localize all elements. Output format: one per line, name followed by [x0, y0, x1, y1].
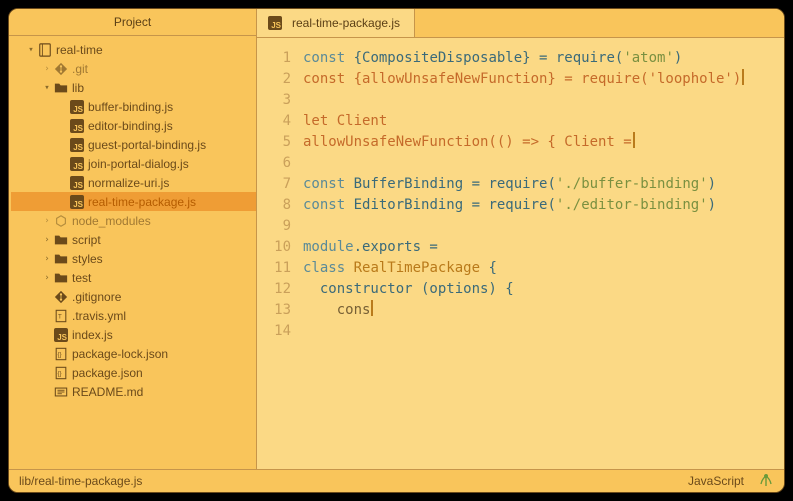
tree-item-label: guest-portal-binding.js [88, 138, 206, 152]
folder-icon [53, 271, 69, 285]
tree-item-normalize-uri-js[interactable]: JSnormalize-uri.js [11, 173, 256, 192]
tree-item-package-json[interactable]: {} package.json [11, 363, 256, 382]
tree-item-styles[interactable]: › styles [11, 249, 256, 268]
js-icon: JS [69, 138, 85, 152]
tree-item-join-portal-dialog-js[interactable]: JSjoin-portal-dialog.js [11, 154, 256, 173]
js-icon: JS [69, 176, 85, 190]
travis-icon: T [53, 309, 69, 323]
json-icon: {} [53, 347, 69, 361]
disclosure-triangle-icon[interactable]: ▾ [25, 45, 37, 55]
sidebar-title: Project [9, 9, 256, 36]
tree-item-label: lib [72, 81, 84, 95]
teletype-share-icon[interactable] [758, 474, 774, 488]
tree-item-test[interactable]: › test [11, 268, 256, 287]
git-icon [53, 62, 69, 76]
tree-item-node-modules[interactable]: › node_modules [11, 211, 256, 230]
tree-item-package-lock-json[interactable]: {} package-lock.json [11, 344, 256, 363]
text-cursor [633, 132, 635, 148]
js-icon: JS [53, 328, 69, 342]
tree-item-editor-binding-js[interactable]: JSeditor-binding.js [11, 116, 256, 135]
tree-item-buffer-binding-js[interactable]: JSbuffer-binding.js [11, 97, 256, 116]
svg-text:{}: {} [58, 370, 62, 377]
status-file-path[interactable]: lib/real-time-package.js [19, 474, 142, 488]
js-icon: JS [69, 119, 85, 133]
tree-item-label: styles [72, 252, 103, 266]
main-area: Project ▾real-time›.git▾libJSbuffer-bind… [9, 9, 784, 469]
tree-item-lib[interactable]: ▾ lib [11, 78, 256, 97]
repo-icon [37, 43, 53, 57]
svg-text:{}: {} [58, 351, 62, 358]
tree-item-index-js[interactable]: JSindex.js [11, 325, 256, 344]
disclosure-triangle-icon[interactable]: › [41, 273, 53, 283]
disclosure-triangle-icon[interactable]: ▾ [41, 83, 53, 93]
tab-bar[interactable]: JS real-time-package.js [257, 9, 784, 38]
tree-item-label: real-time-package.js [88, 195, 196, 209]
tree-item-real-time[interactable]: ▾ real-time [11, 40, 256, 59]
md-icon [53, 385, 69, 399]
disclosure-triangle-icon[interactable]: › [41, 235, 53, 245]
node-icon [53, 214, 69, 228]
tree-item-label: .gitignore [72, 290, 121, 304]
js-icon: JS [69, 157, 85, 171]
tree-item-guest-portal-binding-js[interactable]: JSguest-portal-binding.js [11, 135, 256, 154]
status-bar: lib/real-time-package.js JavaScript [9, 469, 784, 492]
disclosure-triangle-icon[interactable]: › [41, 216, 53, 226]
tab-real-time-package[interactable]: JS real-time-package.js [257, 9, 415, 37]
editor-pane: JS real-time-package.js 1234567891011121… [257, 9, 784, 469]
js-icon: JS [69, 100, 85, 114]
tree-item-label: package-lock.json [72, 347, 168, 361]
line-number-gutter: 1234567891011121314 [257, 48, 303, 469]
tree-item-label: node_modules [72, 214, 151, 228]
tree-item-label: test [72, 271, 91, 285]
folder-icon [53, 81, 69, 95]
status-language[interactable]: JavaScript [688, 474, 744, 488]
json-icon: {} [53, 366, 69, 380]
folder-icon [53, 252, 69, 266]
tree-item-label: buffer-binding.js [88, 100, 173, 114]
tree-item-label: package.json [72, 366, 143, 380]
tree-item-label: .git [72, 62, 88, 76]
disclosure-triangle-icon[interactable]: › [41, 254, 53, 264]
js-file-icon: JS [267, 16, 283, 30]
js-icon: JS [69, 195, 85, 209]
file-tree[interactable]: ▾real-time›.git▾libJSbuffer-binding.jsJS… [9, 36, 256, 469]
tree-item-real-time-package-js[interactable]: JSreal-time-package.js [11, 192, 256, 211]
code-editor[interactable]: 1234567891011121314 const {CompositeDisp… [257, 38, 784, 469]
text-cursor [742, 69, 744, 85]
tree-item--travis-yml[interactable]: T .travis.yml [11, 306, 256, 325]
tree-item-label: normalize-uri.js [88, 176, 169, 190]
svg-text:T: T [58, 313, 62, 320]
tree-item-label: README.md [72, 385, 143, 399]
tree-item-label: script [72, 233, 101, 247]
tree-item--git[interactable]: › .git [11, 59, 256, 78]
tree-item-label: join-portal-dialog.js [88, 157, 189, 171]
tab-title: real-time-package.js [292, 16, 400, 30]
tree-item-label: editor-binding.js [88, 119, 173, 133]
project-sidebar: Project ▾real-time›.git▾libJSbuffer-bind… [9, 9, 257, 469]
code-content[interactable]: const {CompositeDisposable} = require('a… [303, 48, 784, 469]
text-cursor [371, 300, 373, 316]
tree-item-label: real-time [56, 43, 103, 57]
tree-item-label: index.js [72, 328, 113, 342]
tree-item--gitignore[interactable]: .gitignore [11, 287, 256, 306]
tree-item-label: .travis.yml [72, 309, 126, 323]
git-icon [53, 290, 69, 304]
disclosure-triangle-icon[interactable]: › [41, 64, 53, 74]
folder-icon [53, 233, 69, 247]
tree-item-readme-md[interactable]: README.md [11, 382, 256, 401]
tree-item-script[interactable]: › script [11, 230, 256, 249]
app-window: Project ▾real-time›.git▾libJSbuffer-bind… [8, 8, 785, 493]
